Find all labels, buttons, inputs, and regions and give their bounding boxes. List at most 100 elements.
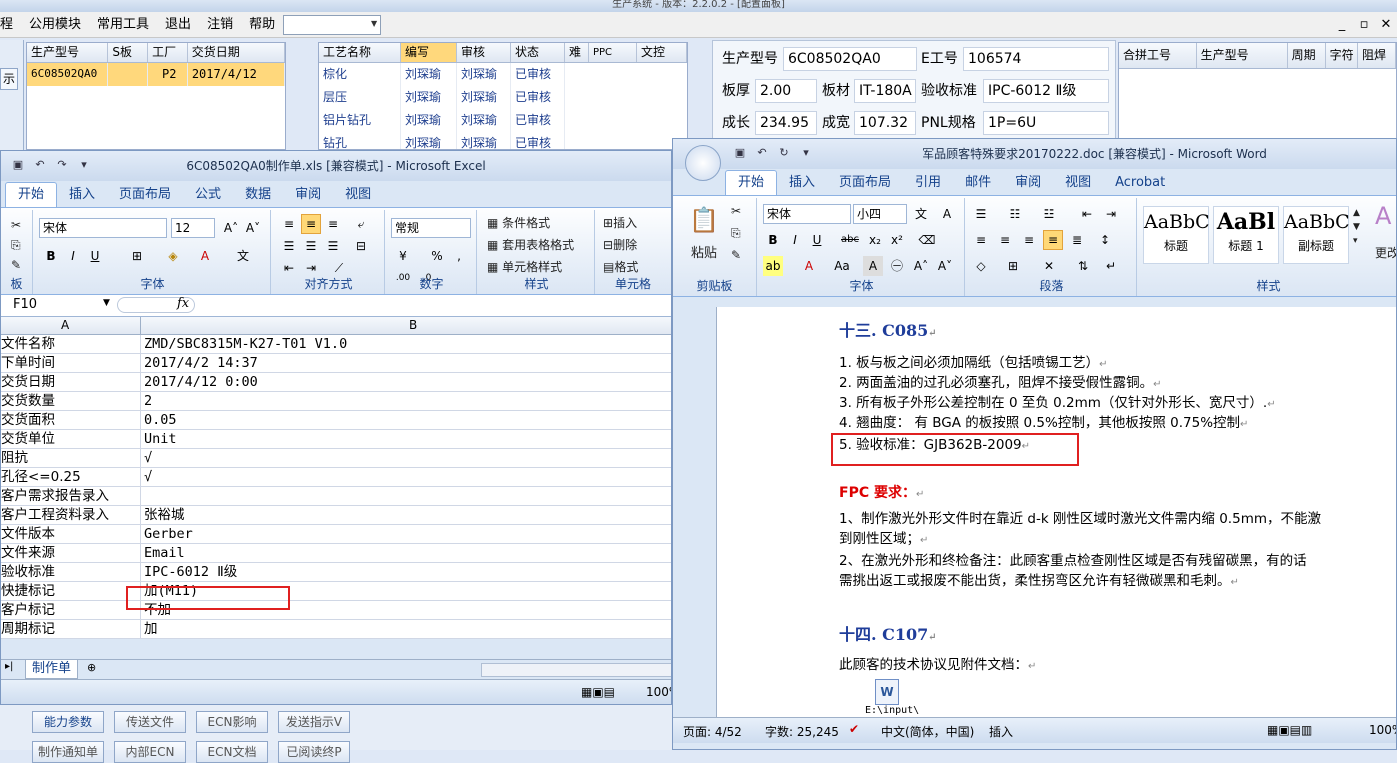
col-header[interactable]: S板	[108, 43, 149, 62]
eno-field[interactable]: 106574	[963, 47, 1109, 71]
show-marks-icon[interactable]: ↵	[1101, 256, 1121, 276]
insert-cells-button[interactable]: ⊞插入	[603, 214, 637, 231]
phonetic-guide-icon[interactable]: 文	[911, 204, 931, 224]
cell-b[interactable]: IPC-6012 Ⅱ级	[141, 563, 671, 581]
font-size-box[interactable]: 小四	[853, 204, 907, 224]
styles-scroll-icon[interactable]: ▲ ▼ ▾	[1353, 206, 1360, 248]
align-left-icon[interactable]: ≡	[971, 230, 991, 250]
tab-insert[interactable]: 插入	[777, 171, 827, 195]
cell-b[interactable]: 加	[141, 620, 671, 638]
cell-a[interactable]: 交货数量	[1, 392, 141, 410]
cell-style-button[interactable]: ▦ 单元格样式	[487, 258, 562, 275]
align-center-icon[interactable]: ☰	[301, 236, 321, 256]
redo-icon[interactable]: ↷	[53, 157, 71, 173]
zoom-level[interactable]: 100%	[1369, 723, 1396, 737]
menu-item-common-module[interactable]: 公用模块	[21, 12, 89, 37]
cut-icon[interactable]: ✂	[11, 218, 21, 232]
tab-page-layout[interactable]: 页面布局	[107, 183, 183, 207]
table-row[interactable]: 阻抗 √	[1, 449, 671, 468]
tab-formulas[interactable]: 公式	[183, 183, 233, 207]
table-row[interactable]: 交货数量 2	[1, 392, 671, 411]
col-header[interactable]: 状态	[511, 43, 565, 62]
cell-a[interactable]: 交货日期	[1, 373, 141, 391]
undo-icon[interactable]: ↶	[31, 157, 49, 173]
subscript-icon[interactable]: x₂	[865, 230, 885, 250]
menu-item-logout[interactable]: 注销	[199, 12, 241, 37]
send-file-button[interactable]: 传送文件	[114, 711, 186, 733]
numbering-icon[interactable]: ☷	[1005, 204, 1025, 224]
char-border-icon[interactable]: A	[937, 204, 957, 224]
cell-a[interactable]: 周期标记	[1, 620, 141, 638]
sort-icon[interactable]: ⇅	[1073, 256, 1093, 276]
paste-icon[interactable]: 📋	[689, 206, 719, 234]
tab-insert[interactable]: 插入	[57, 183, 107, 207]
col-header-a[interactable]: A	[61, 318, 69, 332]
menu-item-0[interactable]: 程	[0, 12, 21, 37]
conditional-format-button[interactable]: ▦ 条件格式	[487, 214, 550, 231]
table-row[interactable]: 下单时间 2017/4/2 14:37	[1, 354, 671, 373]
phonetic-icon[interactable]: 文	[233, 246, 253, 266]
line-spacing-icon[interactable]: ↕	[1095, 230, 1115, 250]
table-row[interactable]: 铝片钻孔 刘琛瑜 刘琛瑜 已审核	[319, 109, 687, 132]
bullets-icon[interactable]: ☰	[971, 204, 991, 224]
table-row[interactable]: 文件名称 ZMD/SBC8315M-K27-T01 V1.0	[1, 335, 671, 354]
border-icon[interactable]: ⊞	[127, 246, 147, 266]
table-row[interactable]: 孔径<=0.25 √	[1, 468, 671, 487]
cell-b[interactable]: √	[141, 468, 671, 486]
view-buttons-icon[interactable]: ▦▣▤	[581, 685, 615, 699]
font-name-box[interactable]: 宋体	[39, 218, 167, 238]
col-header[interactable]: 编写	[401, 43, 457, 62]
word-file-icon[interactable]: W	[875, 679, 899, 705]
sheet-nav-icon[interactable]: ▸|	[5, 661, 13, 672]
increase-indent-icon[interactable]: ⇥	[1101, 204, 1121, 224]
table-row[interactable]: 客户工程资料录入 张裕城	[1, 506, 671, 525]
format-cells-button[interactable]: ▤格式	[603, 258, 638, 275]
cell-b[interactable]: Unit	[141, 430, 671, 448]
sheet-tab-0[interactable]: 制作单	[25, 660, 79, 679]
tab-home[interactable]: 开始	[725, 170, 778, 195]
format-painter-icon[interactable]: ✎	[11, 258, 21, 272]
cell-a[interactable]: 下单时间	[1, 354, 141, 372]
tab-page-layout[interactable]: 页面布局	[827, 171, 903, 195]
table-row[interactable]: 交货日期 2017/4/12 0:00	[1, 373, 671, 392]
view-buttons-icon[interactable]: ▦▣▤▥	[1267, 723, 1312, 737]
show-button[interactable]: 示	[0, 68, 18, 90]
table-row[interactable]: 棕化 刘琛瑜 刘琛瑜 已审核	[319, 63, 687, 86]
col-header[interactable]: 生产型号	[27, 43, 109, 62]
table-row[interactable]: 周期标记加	[1, 620, 671, 639]
minimize-icon[interactable]: _	[1331, 12, 1353, 37]
new-sheet-icon[interactable]: ⊕	[87, 661, 96, 674]
percent-icon[interactable]: %	[427, 246, 447, 266]
align-bottom-icon[interactable]: ≡	[323, 214, 343, 234]
table-row[interactable]: 文件版本 Gerber	[1, 525, 671, 544]
tab-home[interactable]: 开始	[5, 182, 58, 207]
delete-cells-button[interactable]: ⊟删除	[603, 236, 637, 253]
multilevel-list-icon[interactable]: ☳	[1039, 204, 1059, 224]
notice-button[interactable]: 制作通知单	[32, 741, 104, 763]
zoom-level[interactable]: 100%	[646, 685, 671, 699]
close-icon[interactable]: ✕	[1375, 12, 1397, 37]
change-case-icon[interactable]: Aa	[829, 256, 855, 276]
cell-a[interactable]: 文件来源	[1, 544, 141, 562]
shrink-font-icon[interactable]: A˅	[243, 218, 263, 238]
send-indication-button[interactable]: 发送指示V	[278, 711, 350, 733]
menu-item-exit[interactable]: 退出	[157, 12, 199, 37]
enclose-char-icon[interactable]: ㊀	[887, 256, 907, 276]
justify-icon[interactable]: ≡	[1043, 230, 1063, 250]
shading-icon[interactable]: ◇	[971, 256, 991, 276]
col-header[interactable]: 工厂	[148, 43, 188, 62]
format-painter-icon[interactable]: ✎	[731, 248, 741, 262]
decrease-indent-icon[interactable]: ⇤	[1077, 204, 1097, 224]
table-row[interactable]: 交货单位 Unit	[1, 430, 671, 449]
table-row[interactable]: 6C08502QA0 P2 2017/4/12	[27, 63, 285, 86]
grow-font-icon[interactable]: A˄	[911, 256, 931, 276]
col-header[interactable]: 工艺名称	[319, 43, 401, 62]
save-icon[interactable]: ▣	[731, 145, 749, 161]
col-header[interactable]: 生产型号	[1197, 43, 1288, 68]
col-header[interactable]: 字符	[1326, 43, 1358, 68]
comma-icon[interactable]: ,	[449, 246, 469, 266]
align-left-icon[interactable]: ☰	[279, 236, 299, 256]
ecn-impact-button[interactable]: ECN影响	[196, 711, 268, 733]
name-box[interactable]: F10	[13, 297, 37, 312]
cell-a[interactable]: 验收标准	[1, 563, 141, 581]
